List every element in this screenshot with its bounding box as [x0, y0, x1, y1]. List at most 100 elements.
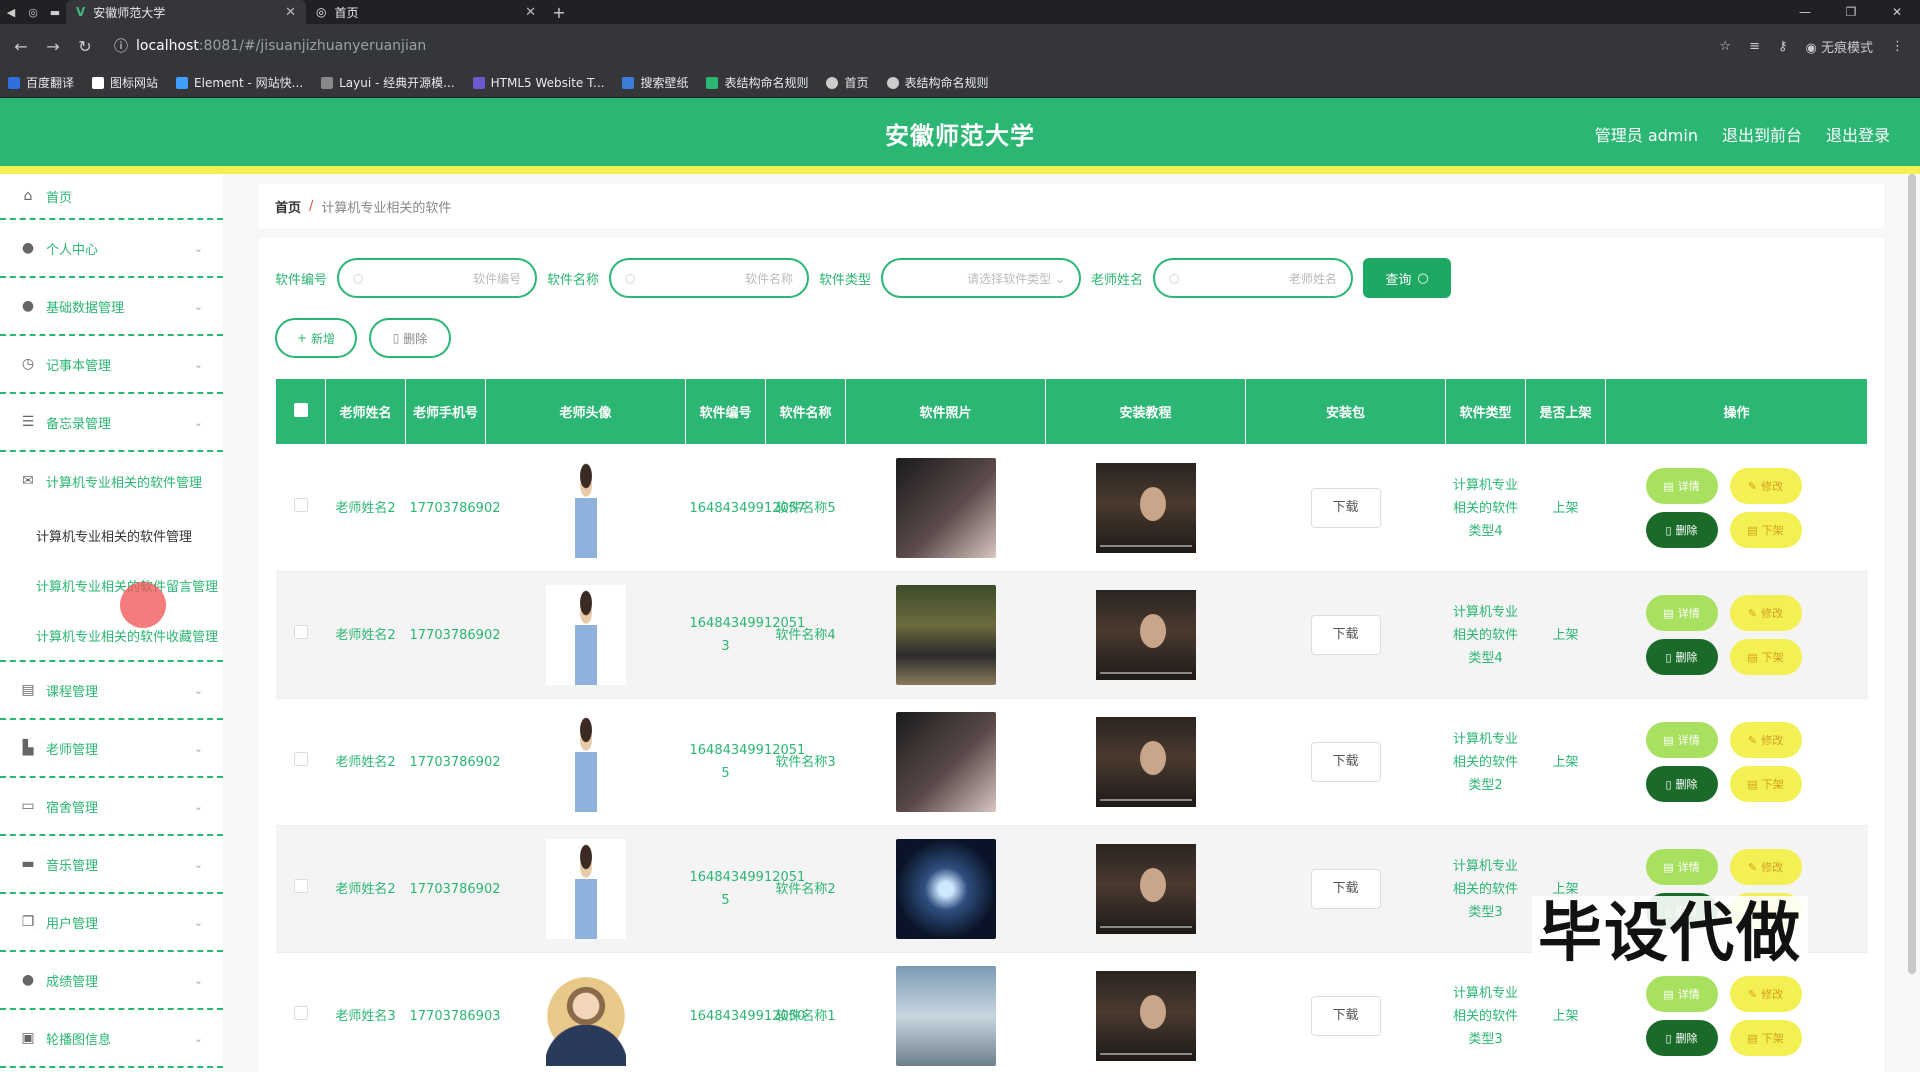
delete-button[interactable]: ▯删除: [1645, 1020, 1718, 1056]
edit-button[interactable]: ✎ 修改: [1729, 849, 1802, 885]
row-checkbox[interactable]: [293, 751, 308, 766]
download-button[interactable]: 下载: [1310, 488, 1381, 528]
sidebar-item-teacher[interactable]: ▙ 老师管理 ⌄: [0, 720, 223, 778]
detail-button[interactable]: ▤ 详情: [1645, 468, 1718, 504]
bookmark[interactable]: 百度翻译: [8, 74, 74, 91]
minimize-icon[interactable]: —: [1782, 0, 1828, 24]
row-select-cell[interactable]: [275, 952, 326, 1072]
menu-icon[interactable]: ⋮: [1891, 39, 1904, 54]
delete-button[interactable]: ▯删除: [1645, 639, 1718, 675]
sidebar-item-course[interactable]: ▤ 课程管理 ⌄: [0, 662, 223, 720]
reload-icon[interactable]: ↻: [72, 37, 98, 56]
breadcrumb-home[interactable]: 首页: [275, 197, 301, 216]
tutorial-video[interactable]: [1095, 463, 1196, 553]
sidebar-item-grades[interactable]: ● 成绩管理 ⌄: [0, 952, 223, 1010]
add-button[interactable]: + 新增: [275, 318, 357, 358]
batch-delete-button[interactable]: ▯ 删除: [369, 318, 451, 358]
window-icon[interactable]: ▬: [44, 0, 66, 24]
download-button[interactable]: 下载: [1310, 615, 1381, 655]
globe-icon[interactable]: ◎: [22, 0, 44, 24]
bookmark[interactable]: Element - 网站快...: [176, 74, 303, 91]
detail-button[interactable]: ▤ 详情: [1645, 849, 1718, 885]
code-search-input[interactable]: ○ 软件编号: [337, 258, 538, 298]
delete-button[interactable]: ▯删除: [1645, 766, 1718, 802]
bookmark[interactable]: Layui - 经典开源模...: [321, 74, 455, 91]
reading-list-icon[interactable]: ≡: [1749, 39, 1760, 54]
row-checkbox[interactable]: [293, 624, 308, 639]
download-button[interactable]: 下载: [1310, 869, 1381, 909]
row-select-cell[interactable]: [275, 825, 326, 953]
close-window-icon[interactable]: ✕: [1874, 0, 1920, 24]
maximize-icon[interactable]: ❐: [1828, 0, 1874, 24]
select-all-cell[interactable]: [275, 378, 326, 445]
bookmark[interactable]: 表结构命名规则: [706, 74, 808, 91]
detail-button[interactable]: ▤ 详情: [1645, 722, 1718, 758]
star-icon[interactable]: ☆: [1719, 39, 1731, 54]
row-checkbox[interactable]: [293, 1005, 308, 1020]
url-field[interactable]: ⓘ localhost:8081/#/jisuanjizhuanyeruanji…: [104, 31, 1713, 61]
row-checkbox[interactable]: [293, 497, 308, 512]
close-icon[interactable]: ✕: [285, 5, 296, 20]
row-select-cell[interactable]: [275, 444, 326, 572]
detail-label: 详情: [1677, 479, 1700, 493]
sidebar-item-software[interactable]: ✉ 计算机专业相关的软件管理: [0, 452, 223, 510]
edit-button[interactable]: ✎ 修改: [1729, 595, 1802, 631]
to-front-link[interactable]: 退出到前台: [1722, 122, 1802, 146]
detail-button[interactable]: ▤ 详情: [1645, 976, 1718, 1012]
scrollbar-thumb[interactable]: [1908, 174, 1916, 974]
tab-active[interactable]: V 安徽师范大学 ✕: [66, 0, 306, 24]
bookmark[interactable]: HTML5 Website T...: [472, 76, 604, 90]
bookmark[interactable]: 图标网站: [92, 74, 158, 91]
sidebar-subitem-comments[interactable]: 计算机专业相关的软件留言管理: [0, 560, 223, 610]
detail-button[interactable]: ▤ 详情: [1645, 595, 1718, 631]
bookmark[interactable]: 首页: [826, 74, 869, 91]
logout-link[interactable]: 退出登录: [1826, 122, 1890, 146]
tutorial-video[interactable]: [1095, 717, 1196, 807]
tutorial-video[interactable]: [1095, 844, 1196, 934]
row-select-cell[interactable]: [275, 698, 326, 826]
delete-button[interactable]: ▯删除: [1645, 512, 1718, 548]
sidebar-item-notebook[interactable]: ◷ 记事本管理 ⌄: [0, 336, 223, 394]
unpublish-button[interactable]: ▤下架: [1729, 766, 1802, 802]
bookmark[interactable]: 表结构命名规则: [886, 74, 989, 91]
bookmark[interactable]: 搜索壁纸: [622, 74, 688, 91]
name-search-input[interactable]: ○ 软件名称: [609, 258, 810, 298]
teacher-search-input[interactable]: ○ 老师姓名: [1153, 258, 1354, 298]
edit-button[interactable]: ✎ 修改: [1729, 468, 1802, 504]
new-tab-button[interactable]: +: [546, 3, 572, 22]
select-all-checkbox[interactable]: [293, 402, 308, 417]
sidebar-item-dorm[interactable]: ▭ 宿舍管理 ⌄: [0, 778, 223, 836]
key-icon[interactable]: ⚷: [1778, 39, 1788, 54]
sidebar-subitem-software[interactable]: 计算机专业相关的软件管理: [0, 510, 223, 560]
tutorial-video[interactable]: [1095, 590, 1196, 680]
unpublish-button[interactable]: ▤下架: [1729, 639, 1802, 675]
sidebar-item-basic-data[interactable]: ● 基础数据管理 ⌄: [0, 278, 223, 336]
name-cell: 软件名称3: [765, 698, 846, 826]
back-icon[interactable]: ←: [8, 37, 34, 56]
query-button[interactable]: 查询 ○: [1363, 258, 1452, 298]
sidebar-subitem-favorites[interactable]: 计算机专业相关的软件收藏管理: [0, 610, 223, 660]
tutorial-video[interactable]: [1095, 971, 1196, 1061]
sidebar-item-memo[interactable]: ☰ 备忘录管理 ⌄: [0, 394, 223, 452]
close-icon[interactable]: ✕: [525, 5, 536, 20]
sidebar-item-home[interactable]: ⌂ 首页: [0, 174, 223, 220]
download-button[interactable]: 下载: [1310, 996, 1381, 1036]
forward-icon[interactable]: →: [40, 37, 66, 56]
unpublish-button[interactable]: ▤下架: [1729, 512, 1802, 548]
sidebar-item-music[interactable]: ▬ 音乐管理 ⌄: [0, 836, 223, 894]
sidebar-item-carousel[interactable]: ▣ 轮播图信息 ⌄: [0, 1010, 223, 1068]
unpublish-button[interactable]: ▤下架: [1729, 1020, 1802, 1056]
scrollbar[interactable]: [1908, 174, 1918, 974]
sidebar-item-personal[interactable]: ● 个人中心 ⌄: [0, 220, 223, 278]
incognito-badge[interactable]: ◉ 无痕模式: [1806, 37, 1874, 56]
type-select[interactable]: 请选择软件类型 ⌄: [881, 258, 1082, 298]
download-button[interactable]: 下载: [1310, 742, 1381, 782]
row-select-cell[interactable]: [275, 571, 326, 699]
edit-button[interactable]: ✎ 修改: [1729, 722, 1802, 758]
sidebar-item-users[interactable]: ❐ 用户管理 ⌄: [0, 894, 223, 952]
column-header: 老师头像: [485, 378, 686, 445]
row-checkbox[interactable]: [293, 878, 308, 893]
tab-audio-icon[interactable]: ◀: [0, 0, 22, 24]
tab-inactive[interactable]: ◎ 首页 ✕: [306, 0, 546, 24]
edit-button[interactable]: ✎ 修改: [1729, 976, 1802, 1012]
